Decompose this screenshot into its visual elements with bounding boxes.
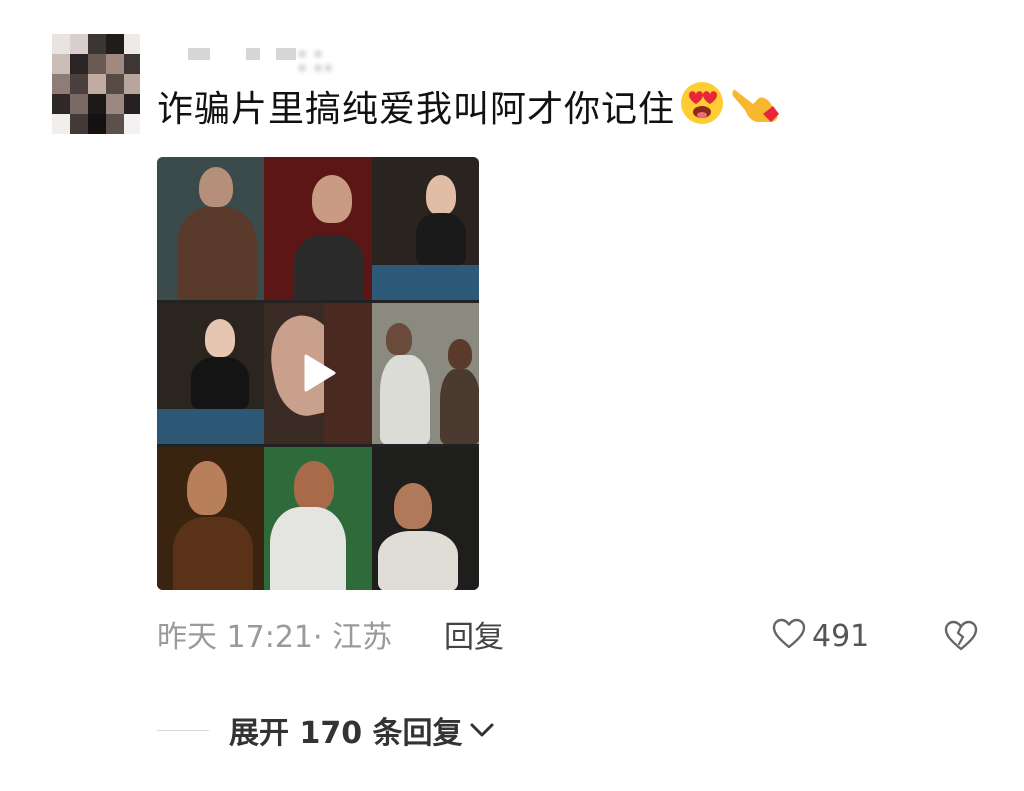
divider-line: [157, 729, 209, 731]
avatar[interactable]: [52, 34, 140, 134]
comment-text: 诈骗片里搞纯爱我叫阿才你记住: [157, 89, 676, 130]
broken-heart-icon: [944, 620, 978, 656]
like-button[interactable]: 491: [772, 618, 869, 654]
username[interactable]: ▪ ▪ ▪.▪▪: [188, 40, 338, 74]
expand-replies-label: 展开 170 条回复: [229, 716, 463, 751]
thumbnail-frame: [157, 303, 264, 444]
thumbnail-frame: [157, 447, 264, 590]
heart-eyes-emoji-icon: [679, 80, 725, 132]
comment-text-row: 诈骗片里搞纯爱我叫阿才你记住: [157, 78, 781, 134]
thumbnail-frame: [264, 447, 372, 590]
dislike-button[interactable]: [944, 620, 978, 656]
like-count: 491: [812, 618, 870, 654]
expand-replies-button[interactable]: 展开 170 条回复: [157, 708, 495, 752]
thumbnail-frame: [157, 157, 264, 300]
reply-button[interactable]: 回复: [444, 612, 504, 656]
heart-outline-icon: [772, 618, 806, 654]
thumbnail-frame: [372, 157, 479, 300]
thumbnail-frame: [372, 447, 479, 590]
thumbnail-frame: [372, 303, 479, 444]
username-text: ▪ ▪ ▪.▪▪: [298, 46, 335, 74]
thumbnail-frame: [264, 157, 372, 300]
play-icon[interactable]: [302, 353, 336, 393]
chevron-down-icon: [469, 720, 495, 744]
pointing-hand-emoji-icon: [729, 80, 781, 132]
comment-time-location: 昨天 17:21· 江苏: [157, 620, 393, 655]
